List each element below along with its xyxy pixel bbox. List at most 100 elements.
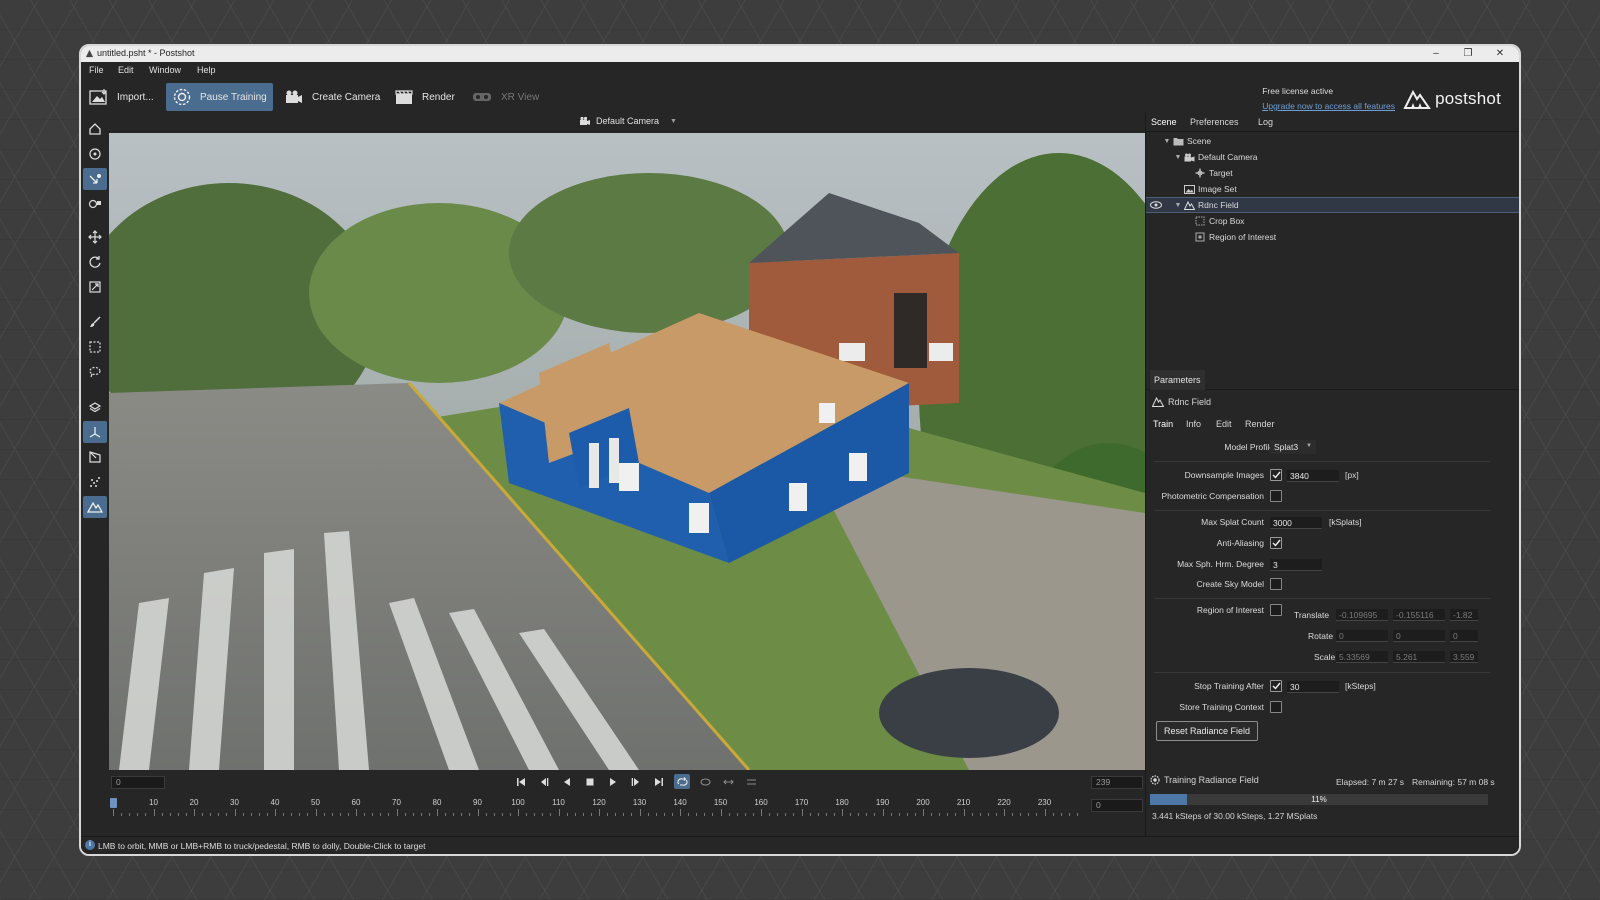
- 3d-viewport[interactable]: [109, 133, 1145, 770]
- tab-preferences[interactable]: Preferences: [1190, 117, 1239, 127]
- timeline-end-field[interactable]: 239: [1091, 776, 1143, 789]
- camera-icon: [1183, 152, 1195, 162]
- tab-edit[interactable]: Edit: [1216, 419, 1232, 429]
- tree-item-scene[interactable]: ▼ Scene: [1146, 133, 1519, 149]
- rotate-tool[interactable]: [83, 251, 107, 273]
- rotate-z-field[interactable]: 0: [1450, 630, 1478, 642]
- expand-arrow-icon[interactable]: ▼: [1173, 154, 1183, 161]
- menu-file[interactable]: File: [89, 65, 104, 75]
- roi-checkbox[interactable]: [1270, 604, 1282, 616]
- pause-training-button[interactable]: Pause Training: [166, 83, 273, 111]
- rotate-x-field[interactable]: 0: [1336, 630, 1388, 642]
- downsample-field[interactable]: 3840: [1287, 470, 1339, 482]
- tab-render[interactable]: Render: [1245, 419, 1275, 429]
- tree-item-default-camera[interactable]: ▼ Default Camera: [1146, 149, 1519, 165]
- downsample-checkbox[interactable]: [1270, 469, 1282, 481]
- stop-button[interactable]: [582, 774, 598, 789]
- tree-item-image-set[interactable]: Image Set: [1146, 181, 1519, 197]
- orbit-tool[interactable]: [83, 168, 107, 190]
- menu-edit[interactable]: Edit: [118, 65, 134, 75]
- tab-log[interactable]: Log: [1258, 117, 1273, 127]
- tab-train[interactable]: Train: [1153, 419, 1173, 429]
- timeline-current-field[interactable]: 0: [1091, 799, 1143, 812]
- restore-icon[interactable]: ❐: [1453, 46, 1483, 62]
- frustum-tool[interactable]: [83, 446, 107, 468]
- translate-z-field[interactable]: -1.82: [1450, 609, 1478, 621]
- expand-arrow-icon[interactable]: ▼: [1162, 138, 1172, 145]
- timeline-start-field[interactable]: 0: [111, 776, 165, 789]
- target-tool[interactable]: [83, 143, 107, 165]
- photometric-checkbox[interactable]: [1270, 490, 1282, 502]
- scale-z-field[interactable]: 3.559: [1450, 651, 1478, 663]
- anti-aliasing-checkbox[interactable]: [1270, 537, 1282, 549]
- max-splat-field[interactable]: 3000: [1270, 517, 1322, 529]
- store-context-checkbox[interactable]: [1270, 701, 1282, 713]
- tab-scene[interactable]: Scene: [1151, 117, 1177, 127]
- import-button[interactable]: Import...: [83, 83, 160, 111]
- play-button[interactable]: [605, 774, 621, 789]
- reset-radiance-field-button[interactable]: Reset Radiance Field: [1156, 721, 1259, 741]
- stop-after-field[interactable]: 30: [1287, 681, 1339, 693]
- points-tool[interactable]: [83, 471, 107, 493]
- fly-tool[interactable]: [83, 193, 107, 215]
- tree-item-region-of-interest[interactable]: Region of Interest: [1146, 229, 1519, 245]
- right-panel: Scene Preferences Log ▼ Scene ▼ Default …: [1145, 112, 1519, 840]
- skip-to-end-button[interactable]: [651, 774, 667, 789]
- loop-button[interactable]: [674, 774, 690, 789]
- menu-window[interactable]: Window: [149, 65, 181, 75]
- timeline-tick-mark: [364, 813, 366, 816]
- sync-button[interactable]: [720, 774, 736, 789]
- layers-tool[interactable]: [83, 396, 107, 418]
- timeline: 0 239 0 10 20 30 40 50 60 70 80 90 100 110 120 130 14…: [109, 770, 1145, 820]
- tree-item-rdnc-field[interactable]: ▼ Rdnc Field: [1146, 197, 1519, 213]
- sky-model-checkbox[interactable]: [1270, 578, 1282, 590]
- pingpong-icon: [699, 777, 711, 786]
- timeline-tick-label: 20: [189, 798, 199, 807]
- close-icon[interactable]: ✕: [1485, 46, 1515, 62]
- timeline-tick-mark: [477, 809, 479, 816]
- tree-item-target[interactable]: Target: [1146, 165, 1519, 181]
- scale-x-field[interactable]: 5.33569: [1336, 651, 1388, 663]
- stop-after-checkbox[interactable]: [1270, 680, 1282, 692]
- pingpong-button[interactable]: [697, 774, 713, 789]
- render-button[interactable]: Render: [388, 83, 461, 111]
- model-profile-select[interactable]: Splat3 ▼: [1270, 440, 1316, 454]
- step-forward-button[interactable]: [628, 774, 644, 789]
- scale-tool[interactable]: [83, 276, 107, 298]
- tree-item-crop-box[interactable]: Crop Box: [1146, 213, 1519, 229]
- axes-tool[interactable]: [83, 421, 107, 443]
- translate-x-field[interactable]: -0.109695: [1336, 609, 1388, 621]
- step-back-button[interactable]: [536, 774, 552, 789]
- tab-info[interactable]: Info: [1186, 419, 1201, 429]
- region-icon: [1194, 232, 1206, 242]
- brush-tool[interactable]: [83, 311, 107, 333]
- rotate-y-field[interactable]: 0: [1393, 630, 1445, 642]
- minimize-icon[interactable]: –: [1421, 46, 1451, 62]
- home-tool[interactable]: [83, 118, 107, 140]
- play-reverse-button[interactable]: [559, 774, 575, 789]
- camera-selector[interactable]: Default Camera ▼: [579, 116, 677, 126]
- translate-y-field[interactable]: -0.155116: [1393, 609, 1445, 621]
- step-forward-icon: [631, 777, 639, 786]
- upgrade-link[interactable]: Upgrade now to access all features: [1262, 101, 1395, 111]
- playhead[interactable]: [110, 798, 117, 808]
- rect-select-tool[interactable]: [83, 336, 107, 358]
- xr-view-button[interactable]: XR View: [465, 83, 545, 111]
- timeline-ruler[interactable]: 10 20 30 40 50 60 70 80 90 100 110 120 130 140 150 160 1…: [109, 796, 1079, 820]
- menu-help[interactable]: Help: [197, 65, 216, 75]
- skip-to-start-button[interactable]: [513, 774, 529, 789]
- scale-y-field[interactable]: 5.261: [1393, 651, 1445, 663]
- timeline-tick-mark: [185, 813, 187, 816]
- expand-arrow-icon[interactable]: ▼: [1173, 202, 1183, 209]
- visibility-eye-icon[interactable]: [1150, 201, 1164, 209]
- move-tool[interactable]: [83, 226, 107, 248]
- max-sph-field[interactable]: 3: [1270, 559, 1322, 571]
- camera-icon: [286, 90, 302, 103]
- timeline-tick-mark: [493, 813, 495, 816]
- range-button[interactable]: [743, 774, 759, 789]
- create-camera-button[interactable]: Create Camera: [278, 83, 386, 111]
- render-label: Render: [422, 91, 455, 103]
- lasso-tool[interactable]: [83, 361, 107, 383]
- radiance-field-tool[interactable]: [83, 496, 107, 518]
- timeline-tick-mark: [420, 813, 422, 816]
